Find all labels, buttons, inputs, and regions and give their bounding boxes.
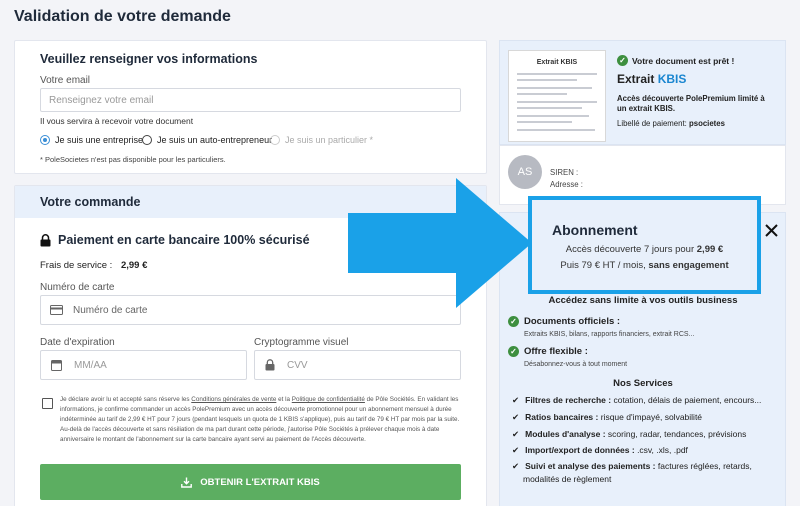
service-item: ✔ Filtres de recherche : cotation, délai… <box>512 395 762 405</box>
subscription-title: Abonnement <box>552 222 638 238</box>
terms-checkbox[interactable] <box>42 398 53 409</box>
info-heading: Veuillez renseigner vos informations <box>40 52 258 66</box>
checkmark-icon: ✔ <box>512 412 520 422</box>
check-circle-icon: ✓ <box>508 316 519 327</box>
terms-text: Je déclare avoir lu et accepté sans rése… <box>60 396 460 443</box>
check-circle-icon: ✓ <box>617 55 628 66</box>
cvv-input[interactable]: CVV <box>254 350 461 380</box>
privacy-link[interactable]: Politique de confidentialité <box>292 396 365 403</box>
siren-label: SIREN : <box>550 168 579 177</box>
access-heading: Accédez sans limite à vos outils busines… <box>548 295 738 306</box>
checkmark-icon: ✔ <box>512 429 520 439</box>
address-label: Adresse : <box>550 180 583 189</box>
radio-unselected-icon <box>142 135 152 145</box>
service-item: ✔ Ratios bancaires : risque d'impayé, so… <box>512 412 703 422</box>
get-kbis-button[interactable]: OBTENIR L'EXTRAIT KBIS <box>40 464 461 500</box>
email-label: Votre email <box>40 75 91 86</box>
close-icon[interactable] <box>765 224 778 237</box>
radio-disabled-icon <box>270 135 280 145</box>
service-item: ✔ Import/export de données : .csv, .xls,… <box>512 445 688 455</box>
kbis-document-thumbnail: Extrait KBIS <box>508 50 606 142</box>
page-title: Validation de votre demande <box>14 8 231 25</box>
radio-auto-entrepreneur[interactable]: Je suis un auto-entrepreneur <box>142 135 272 145</box>
credit-card-icon <box>50 305 63 315</box>
radio-auto-entrepreneur-label: Je suis un auto-entrepreneur <box>157 135 273 145</box>
service-fees: Frais de service : 2,99 € <box>40 260 148 271</box>
email-placeholder: Renseignez votre email <box>49 94 154 106</box>
expiry-input[interactable]: MM/AA <box>40 350 247 380</box>
lock-small-icon <box>265 359 275 371</box>
order-heading: Votre commande <box>40 195 141 209</box>
document-ready: ✓ Votre document est prêt ! <box>617 55 734 66</box>
checkmark-icon: ✔ <box>512 445 520 455</box>
service-item-continued: modalités de règlement <box>523 474 612 484</box>
calendar-icon <box>51 360 62 371</box>
offer-text: Accès découverte PolePremium limité à un… <box>617 94 765 113</box>
email-input[interactable]: Renseignez votre email <box>40 88 461 112</box>
checkmark-icon: ✔ <box>512 461 520 471</box>
secure-payment-title: Paiement en carte bancaire 100% sécurisé <box>40 233 310 247</box>
feature-flexible: ✓ Offre flexible : Désabonnez-vous à tou… <box>508 346 627 368</box>
service-item: ✔ Modules d'analyse : scoring, radar, te… <box>512 429 747 439</box>
subscription-line-1: Accès découverte 7 jours pour 2,99 € <box>565 244 724 255</box>
download-icon <box>181 477 193 488</box>
subscription-line-2: Puis 79 € HT / mois, sans engagement <box>560 260 729 271</box>
thumb-title: Extrait KBIS <box>536 59 578 66</box>
arrow-right-icon <box>348 178 532 308</box>
email-help: Il vous servira à recevoir votre documen… <box>40 116 194 126</box>
document-title: Extrait KBIS <box>617 72 687 86</box>
radio-particulier-label: Je suis un particulier * <box>285 135 374 145</box>
payment-label: Libellé de paiement: psocietes <box>617 119 725 128</box>
expiry-label: Date d'expiration <box>40 337 115 348</box>
service-item: ✔ Suivi et analyse des paiements : factu… <box>512 461 752 471</box>
cvv-label: Cryptogramme visuel <box>254 337 349 348</box>
radio-entreprise[interactable]: Je suis une entreprise <box>40 135 143 145</box>
particulier-note: * PoleSocietes n'est pas disponible pour… <box>40 155 226 164</box>
services-heading: Nos Services <box>613 378 673 389</box>
checkmark-icon: ✔ <box>512 395 520 405</box>
radio-particulier: Je suis un particulier * <box>270 135 373 145</box>
lock-icon <box>40 233 51 246</box>
check-circle-icon: ✓ <box>508 346 519 357</box>
feature-documents: ✓ Documents officiels : Extraits KBIS, b… <box>508 316 694 338</box>
radio-selected-icon <box>40 135 50 145</box>
subscription-box: Abonnement Accès découverte 7 jours pour… <box>528 196 761 294</box>
radio-entreprise-label: Je suis une entreprise <box>55 135 144 145</box>
card-number-label: Numéro de carte <box>40 282 115 293</box>
cgv-link[interactable]: Conditions générales de vente <box>191 396 276 403</box>
